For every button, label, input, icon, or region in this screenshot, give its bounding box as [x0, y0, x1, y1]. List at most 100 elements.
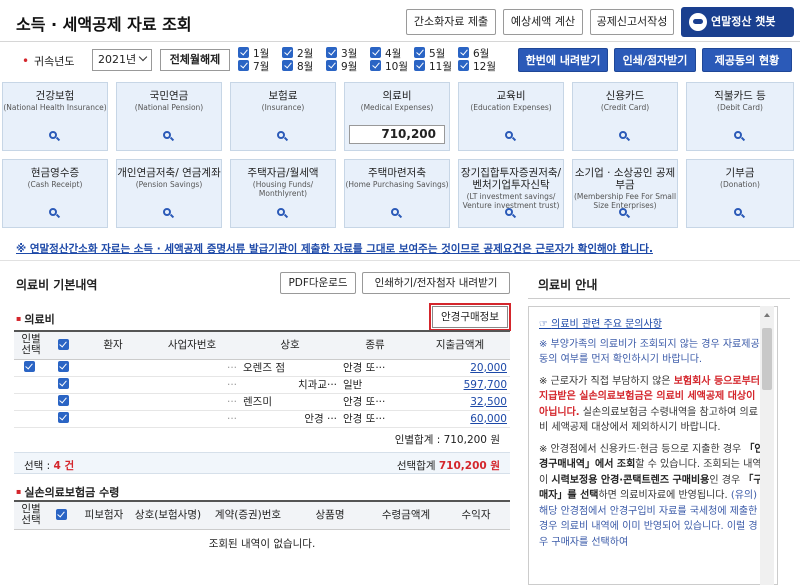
deduction-report-button[interactable]: 공제신고서작성: [590, 9, 674, 35]
search-icon[interactable]: [734, 131, 746, 142]
month-checkbox[interactable]: 6월: [458, 47, 489, 60]
submit-simple-data-button[interactable]: 간소화자료 제출: [406, 9, 496, 35]
row-checkbox[interactable]: [48, 410, 82, 428]
checkbox-checked-icon: [55, 508, 67, 520]
patient-cell: [82, 376, 144, 394]
person-checkbox-empty: [14, 393, 48, 411]
chatbot-button[interactable]: 연말정산 챗봇: [681, 7, 794, 37]
month-checkbox[interactable]: 2월: [282, 47, 313, 60]
search-icon[interactable]: [505, 208, 517, 219]
category-grid: 건강보험 (National Health Insurance) 국민연금 (Nat…: [2, 82, 798, 232]
table-row: ··· 안경 ··· 안경 또··· 60,000: [14, 410, 510, 428]
month-checkbox[interactable]: 3월: [326, 47, 357, 60]
checkbox-checked-icon: [414, 47, 425, 58]
search-icon[interactable]: [49, 208, 61, 219]
medical-amount[interactable]: 710,200: [349, 125, 445, 144]
guide-scrollbar[interactable]: [760, 324, 774, 585]
checkbox-checked-icon: [282, 60, 293, 71]
search-icon[interactable]: [277, 208, 289, 219]
pdf-download-button[interactable]: PDF다운로드: [280, 272, 356, 294]
search-icon[interactable]: [619, 208, 631, 219]
category-tile-pension-savings[interactable]: 개인연금저축/ 연금계좌 (Pension Savings): [116, 159, 222, 228]
category-tile-housing-funds[interactable]: 주택자금/월세액 (Housing Funds/ Monthlyrent): [230, 159, 336, 228]
person-checkbox[interactable]: [14, 359, 48, 377]
search-icon[interactable]: [163, 208, 175, 219]
month-checkbox[interactable]: 1월: [238, 47, 269, 60]
category-tile-medical[interactable]: 의료비 (Medical Expenses) 710,200: [344, 82, 450, 151]
selected-count-text: 선택 : 4 건: [24, 460, 75, 472]
estimate-tax-button[interactable]: 예상세액 계산: [503, 9, 583, 35]
month-checkbox[interactable]: 12월: [458, 60, 496, 73]
month-checkbox[interactable]: 7월: [238, 60, 269, 73]
checkbox-checked-icon: [414, 60, 425, 71]
checkbox-checked-icon: [57, 412, 69, 423]
person-total: 인별합계 : 710,200 원: [394, 434, 500, 446]
amount-link[interactable]: 20,000: [470, 362, 507, 374]
checkbox-checked-icon: [238, 60, 249, 71]
provider-consent-button[interactable]: 제공동의 현황: [702, 48, 792, 72]
search-icon[interactable]: [49, 131, 61, 142]
faq-link[interactable]: ☞ 의료비 관련 주요 문의사항: [539, 317, 765, 333]
category-tile-credit-card[interactable]: 신용카드 (Credit Card): [572, 82, 678, 151]
search-icon[interactable]: [505, 131, 517, 142]
row-checkbox[interactable]: [48, 393, 82, 411]
year-select[interactable]: 2021년: [92, 49, 152, 71]
chevron-down-icon: [138, 52, 148, 62]
guide-paragraph-3: ※ 안경점에서 신용카드·현금 등으로 지출한 경우 「안경구매내역」에서 조회…: [539, 443, 764, 548]
category-tile-debit-card[interactable]: 직불카드 등 (Debit Card): [686, 82, 794, 151]
business-name-cell: 안경 ···: [240, 410, 340, 428]
category-tile-education[interactable]: 교육비 (Education Expenses): [458, 82, 564, 151]
amount-link[interactable]: 597,700: [464, 379, 507, 391]
divider: [0, 260, 800, 261]
select-all-checkbox[interactable]: [48, 330, 82, 360]
category-tile-national-pension[interactable]: 국민연금 (National Pension): [116, 82, 222, 151]
category-tile-small-enterprise[interactable]: 소기업 · 소상공인 공제부금 (Membership Fee For Small…: [572, 159, 678, 228]
scrollbar-thumb[interactable]: [762, 328, 772, 390]
category-tile-insurance[interactable]: 보험료 (Insurance): [230, 82, 336, 151]
year-label: 귀속년도: [34, 55, 75, 68]
print-braille-button[interactable]: 인쇄/점자받기: [614, 48, 696, 72]
checkbox-checked-icon: [57, 378, 69, 389]
search-icon[interactable]: [391, 208, 403, 219]
search-icon[interactable]: [619, 131, 631, 142]
empty-message: 조회된 내역이 없습니다.: [208, 538, 316, 550]
col-patient: 환자: [82, 330, 144, 360]
col-person-select: 인별 선택: [14, 500, 48, 530]
guide-paragraph-2: ※ 근로자가 직접 부담하지 않은 보험회사 등으로부터 지급받은 실손의료보험…: [539, 375, 760, 434]
search-icon[interactable]: [734, 208, 746, 219]
business-name-cell: 오렌즈 점: [240, 359, 340, 377]
checkbox-checked-icon: [370, 60, 381, 71]
month-checkbox[interactable]: 11월: [414, 60, 452, 73]
month-checkbox[interactable]: 9월: [326, 60, 357, 73]
download-all-button[interactable]: 한번에 내려받기: [518, 48, 608, 72]
person-checkbox-empty: [14, 410, 48, 428]
print-download-button[interactable]: 인쇄하기/전자첨자 내려받기: [362, 272, 510, 294]
col-insured: 피보험자: [78, 500, 130, 530]
unselect-all-months-button[interactable]: 전체월해제: [160, 49, 230, 71]
checkbox-checked-icon: [458, 60, 469, 71]
col-received-amount: 수령금액계: [370, 500, 442, 530]
row-checkbox[interactable]: [48, 359, 82, 377]
divider: [528, 298, 790, 299]
search-icon[interactable]: [277, 131, 289, 142]
glasses-purchase-button[interactable]: 안경구매정보: [429, 303, 511, 331]
category-tile-home-savings[interactable]: 주택마련저축 (Home Purchasing Savings): [344, 159, 450, 228]
month-checkbox[interactable]: 10월: [370, 60, 408, 73]
scroll-up-arrow[interactable]: [760, 306, 774, 324]
category-tile-health-insurance[interactable]: 건강보험 (National Health Insurance): [2, 82, 108, 151]
month-checkbox[interactable]: 5월: [414, 47, 445, 60]
row-checkbox[interactable]: [48, 376, 82, 394]
month-checkbox[interactable]: 8월: [282, 60, 313, 73]
month-checkbox[interactable]: 4월: [370, 47, 401, 60]
select-all-insurance-checkbox[interactable]: [48, 500, 78, 530]
requirement-notice: ※ 연말정산간소화 자료는 소득 · 세액공제 증명서류 발급기관이 제출한 자…: [16, 243, 653, 255]
business-number-cell: ···: [144, 410, 240, 428]
col-product: 상품명: [290, 500, 370, 530]
amount-link[interactable]: 32,500: [470, 396, 507, 408]
search-icon[interactable]: [163, 131, 175, 142]
category-tile-cash-receipt[interactable]: 현금영수증 (Cash Receipt): [2, 159, 108, 228]
person-checkbox-empty: [14, 376, 48, 394]
category-tile-lt-investment[interactable]: 장기집합투자증권저축/ 벤처기업투자신탁 (LT investment savin…: [458, 159, 564, 228]
amount-link[interactable]: 60,000: [470, 413, 507, 425]
category-tile-donation[interactable]: 기부금 (Donation): [686, 159, 794, 228]
